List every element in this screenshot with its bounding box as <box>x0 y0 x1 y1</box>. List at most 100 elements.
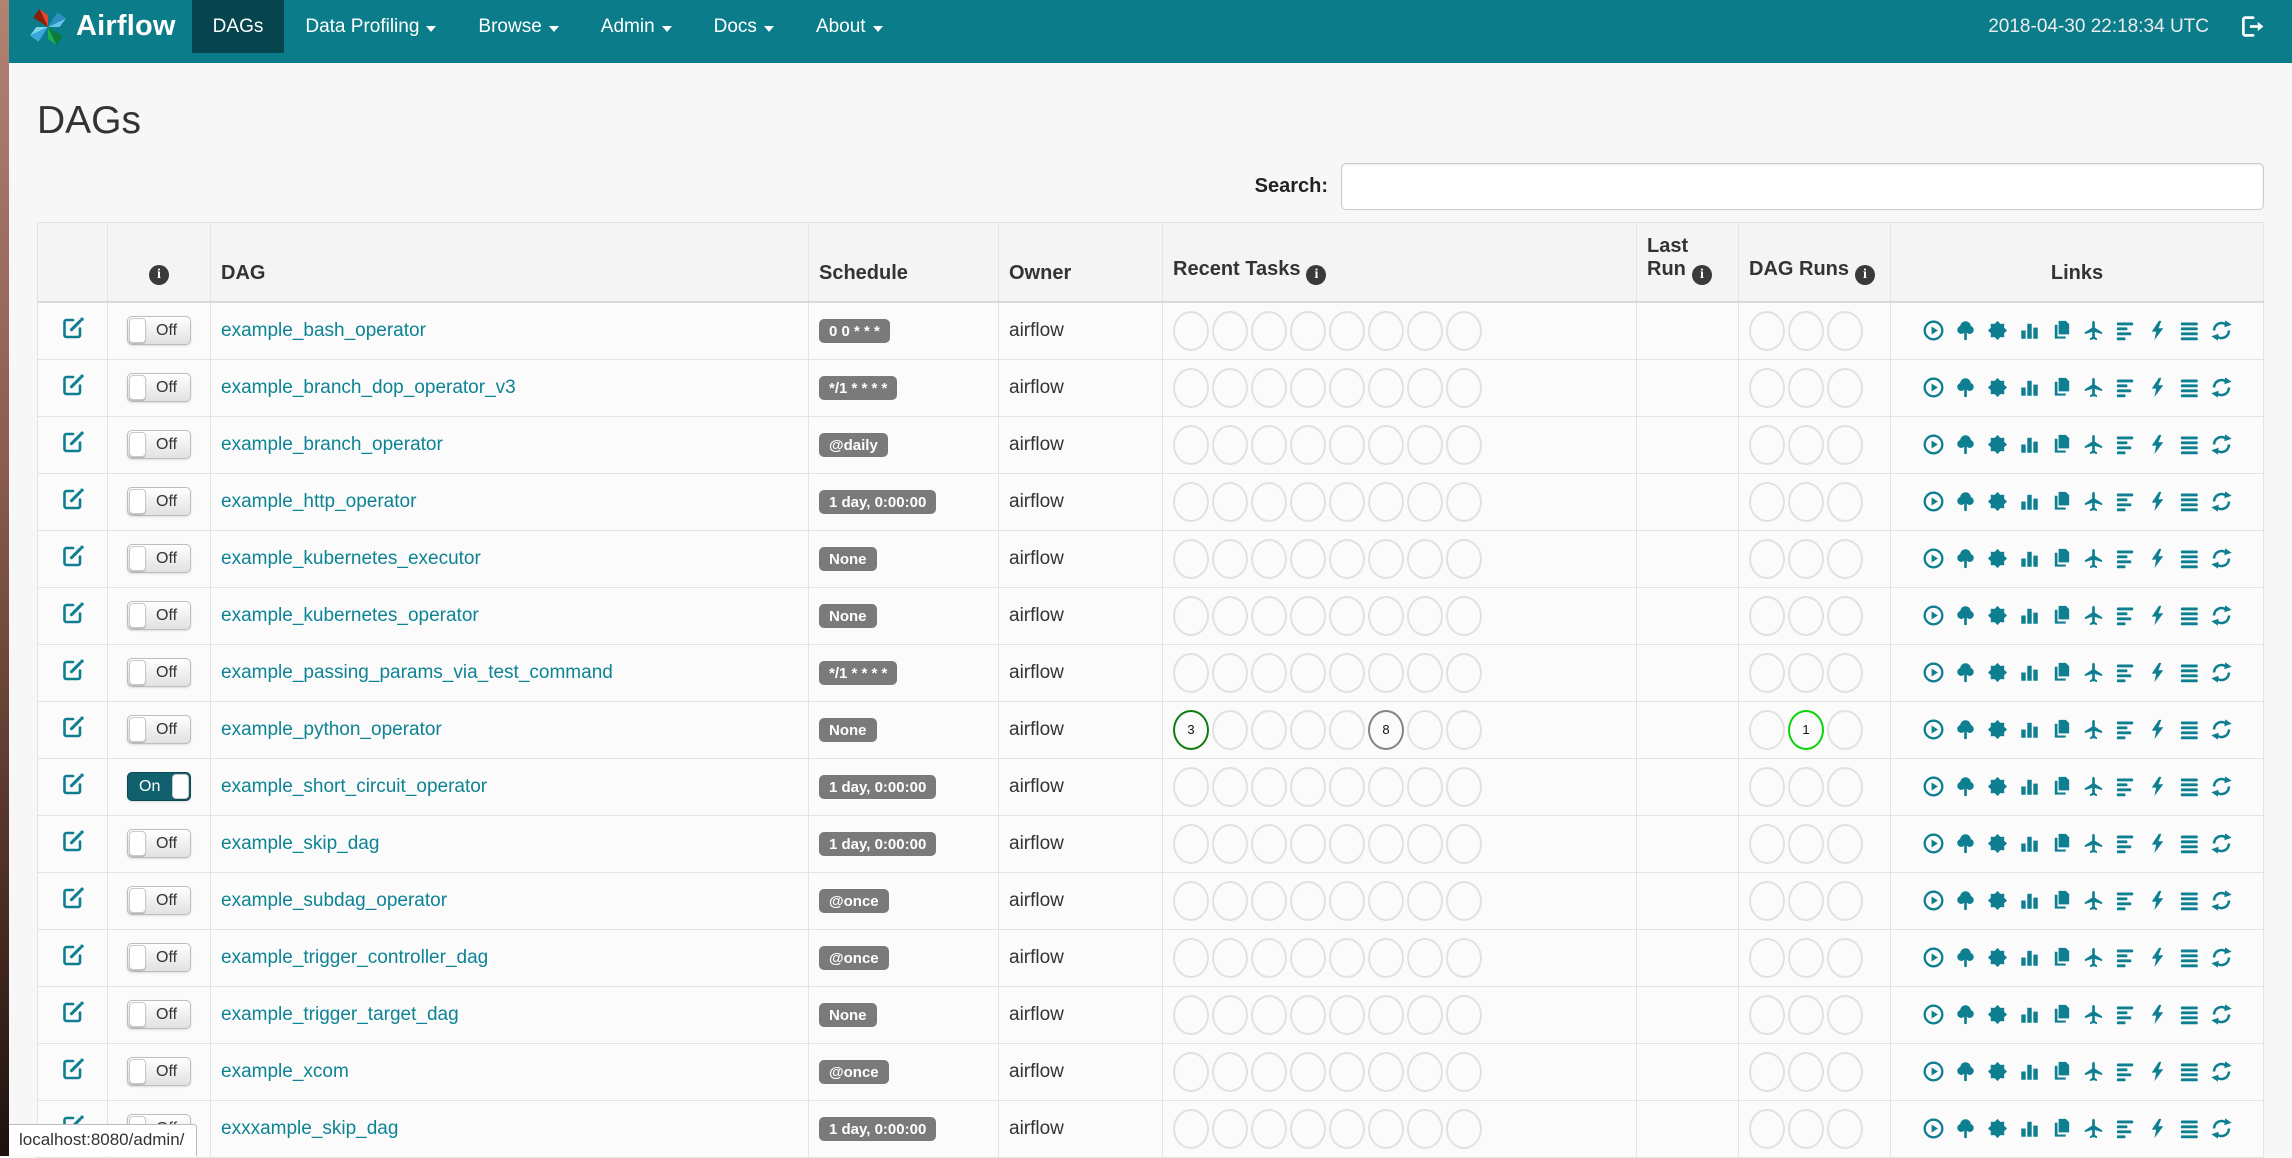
dag-run-state-circle[interactable] <box>1788 1052 1824 1092</box>
task-state-circle[interactable] <box>1251 881 1287 921</box>
trigger-dag-icon[interactable] <box>1922 319 1945 342</box>
refresh-icon[interactable] <box>2210 547 2233 570</box>
task-state-circle[interactable] <box>1329 596 1365 636</box>
task-state-circle[interactable] <box>1173 653 1209 693</box>
task-state-circle[interactable] <box>1290 995 1326 1035</box>
task-state-circle[interactable] <box>1446 311 1482 351</box>
dag-run-state-circle[interactable] <box>1749 596 1785 636</box>
dag-run-state-circle[interactable] <box>1788 653 1824 693</box>
landing-times-icon[interactable] <box>2082 376 2105 399</box>
dag-run-state-circle[interactable]: 1 <box>1788 710 1824 750</box>
task-duration-icon[interactable] <box>2018 718 2041 741</box>
tree-view-icon[interactable] <box>1954 1117 1977 1140</box>
tree-view-icon[interactable] <box>1954 433 1977 456</box>
task-state-circle[interactable] <box>1173 938 1209 978</box>
task-state-circle[interactable] <box>1407 824 1443 864</box>
nav-item-docs[interactable]: Docs <box>693 0 795 53</box>
task-state-circle[interactable] <box>1446 767 1482 807</box>
tree-view-icon[interactable] <box>1954 775 1977 798</box>
edit-dag-icon[interactable] <box>61 886 85 910</box>
task-state-circle[interactable] <box>1329 368 1365 408</box>
dag-run-state-circle[interactable] <box>1788 1109 1824 1149</box>
edit-dag-icon[interactable] <box>61 829 85 853</box>
refresh-icon[interactable] <box>2210 946 2233 969</box>
code-view-icon[interactable] <box>2146 319 2169 342</box>
task-state-circle[interactable] <box>1446 596 1482 636</box>
task-state-circle[interactable] <box>1329 767 1365 807</box>
task-state-circle[interactable] <box>1446 1052 1482 1092</box>
task-state-circle[interactable] <box>1173 368 1209 408</box>
task-state-circle[interactable] <box>1251 995 1287 1035</box>
task-state-circle[interactable] <box>1329 539 1365 579</box>
landing-times-icon[interactable] <box>2082 490 2105 513</box>
code-view-icon[interactable] <box>2146 946 2169 969</box>
task-state-circle[interactable] <box>1251 368 1287 408</box>
toggle-handle[interactable] <box>129 831 146 856</box>
edit-dag-icon[interactable] <box>61 487 85 511</box>
toggle-handle[interactable] <box>129 660 146 685</box>
task-tries-icon[interactable] <box>2050 832 2073 855</box>
task-duration-icon[interactable] <box>2018 1060 2041 1083</box>
landing-times-icon[interactable] <box>2082 1060 2105 1083</box>
dag-pause-toggle[interactable]: Off <box>127 430 191 459</box>
gantt-view-icon[interactable] <box>2114 376 2137 399</box>
task-state-circle[interactable] <box>1212 881 1248 921</box>
code-view-icon[interactable] <box>2146 433 2169 456</box>
task-state-circle[interactable] <box>1446 995 1482 1035</box>
code-view-icon[interactable] <box>2146 1060 2169 1083</box>
toggle-handle[interactable] <box>129 489 146 514</box>
toggle-handle[interactable] <box>129 717 146 742</box>
tree-view-icon[interactable] <box>1954 1003 1977 1026</box>
code-view-icon[interactable] <box>2146 718 2169 741</box>
graph-view-icon[interactable] <box>1986 319 2009 342</box>
task-state-circle[interactable] <box>1446 539 1482 579</box>
toggle-handle[interactable] <box>172 774 189 799</box>
task-state-circle[interactable] <box>1368 425 1404 465</box>
nav-item-data-profiling[interactable]: Data Profiling <box>284 0 457 53</box>
task-duration-icon[interactable] <box>2018 832 2041 855</box>
dag-run-state-circle[interactable] <box>1827 1052 1863 1092</box>
dag-pause-toggle[interactable]: Off <box>127 316 191 345</box>
task-state-circle[interactable] <box>1368 368 1404 408</box>
task-state-circle[interactable]: 3 <box>1173 710 1209 750</box>
nav-item-browse[interactable]: Browse <box>457 0 579 53</box>
task-state-circle[interactable] <box>1329 653 1365 693</box>
task-state-circle[interactable] <box>1212 1109 1248 1149</box>
gantt-view-icon[interactable] <box>2114 1060 2137 1083</box>
trigger-dag-icon[interactable] <box>1922 661 1945 684</box>
dag-link[interactable]: example_branch_dop_operator_v3 <box>221 377 516 398</box>
tree-view-icon[interactable] <box>1954 490 1977 513</box>
dag-pause-toggle[interactable]: Off <box>127 1057 191 1086</box>
task-duration-icon[interactable] <box>2018 547 2041 570</box>
task-state-circle[interactable] <box>1251 710 1287 750</box>
task-state-circle[interactable] <box>1368 938 1404 978</box>
toggle-handle[interactable] <box>129 546 146 571</box>
dag-run-state-circle[interactable] <box>1749 938 1785 978</box>
refresh-icon[interactable] <box>2210 604 2233 627</box>
gantt-view-icon[interactable] <box>2114 946 2137 969</box>
task-state-circle[interactable] <box>1407 881 1443 921</box>
dag-run-state-circle[interactable] <box>1749 995 1785 1035</box>
task-state-circle[interactable] <box>1212 596 1248 636</box>
task-state-circle[interactable] <box>1251 938 1287 978</box>
task-state-circle[interactable] <box>1446 710 1482 750</box>
trigger-dag-icon[interactable] <box>1922 376 1945 399</box>
task-state-circle[interactable] <box>1407 539 1443 579</box>
task-state-circle[interactable] <box>1290 710 1326 750</box>
tree-view-icon[interactable] <box>1954 376 1977 399</box>
task-state-circle[interactable] <box>1446 482 1482 522</box>
search-input[interactable] <box>1341 163 2264 210</box>
task-state-circle[interactable] <box>1329 311 1365 351</box>
task-state-circle[interactable] <box>1407 311 1443 351</box>
graph-view-icon[interactable] <box>1986 490 2009 513</box>
trigger-dag-icon[interactable] <box>1922 718 1945 741</box>
task-state-circle[interactable] <box>1251 425 1287 465</box>
task-state-circle[interactable] <box>1446 425 1482 465</box>
trigger-dag-icon[interactable] <box>1922 433 1945 456</box>
edit-dag-icon[interactable] <box>61 658 85 682</box>
dag-run-state-circle[interactable] <box>1749 653 1785 693</box>
task-tries-icon[interactable] <box>2050 604 2073 627</box>
task-state-circle[interactable] <box>1407 1052 1443 1092</box>
task-duration-icon[interactable] <box>2018 775 2041 798</box>
dag-run-state-circle[interactable] <box>1788 824 1824 864</box>
